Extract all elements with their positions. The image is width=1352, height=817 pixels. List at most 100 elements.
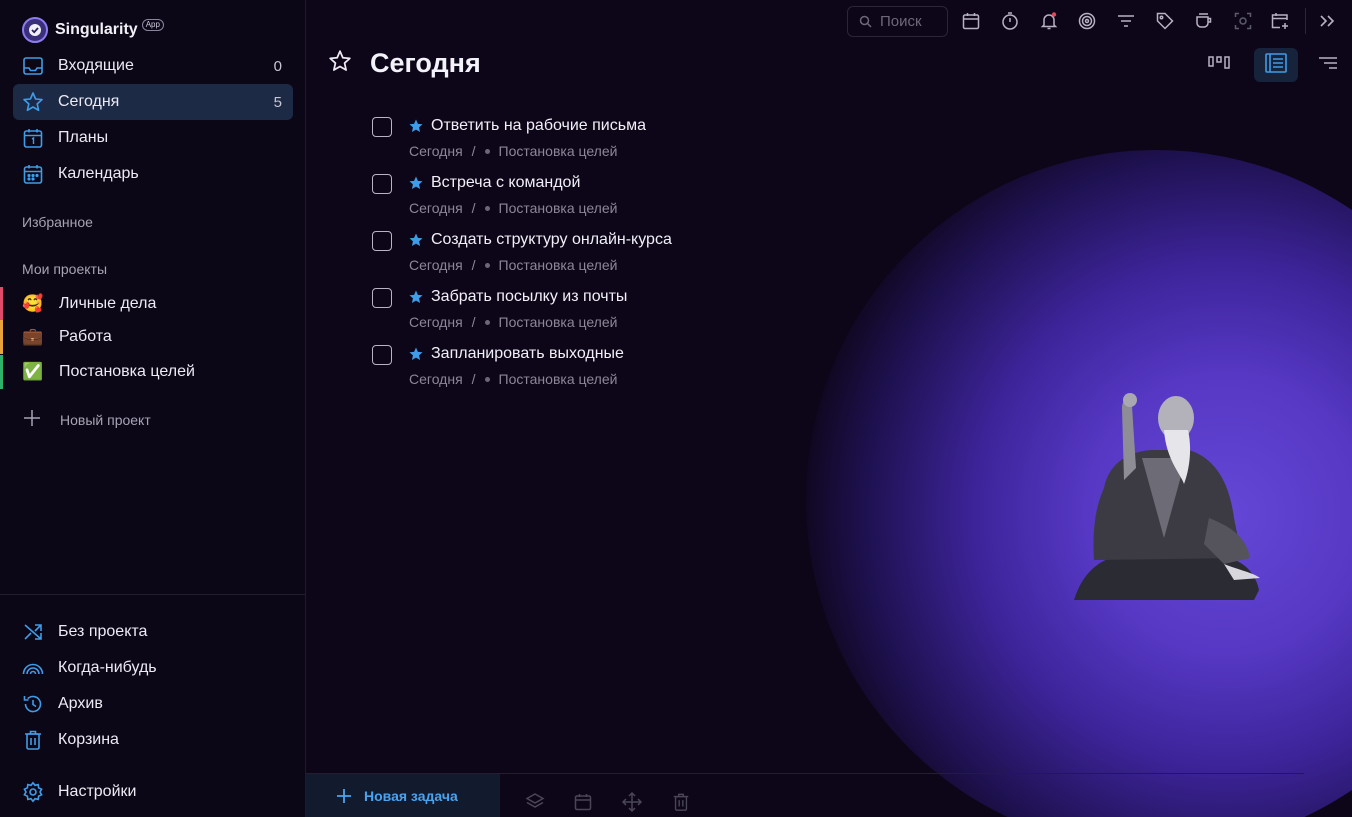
main-content: Поиск Сегодня Ответить на рабочие письма…	[306, 0, 1352, 817]
meta-separator: /	[471, 371, 476, 387]
task-project[interactable]: Постановка целей	[499, 257, 618, 273]
project-label: Работа	[59, 328, 112, 345]
nav-no-project[interactable]: Без проекта	[13, 614, 293, 650]
star-icon	[408, 175, 424, 196]
nav-inbox-count: 0	[273, 57, 282, 75]
app-badge: App	[141, 19, 164, 31]
project-work[interactable]: 💼 Работа	[0, 320, 305, 354]
sort-button[interactable]	[1306, 48, 1350, 82]
meta-separator: /	[471, 200, 476, 216]
add-calendar-icon[interactable]	[1269, 10, 1291, 32]
task-meta: Сегодня / Постановка целей	[409, 314, 617, 330]
task-project[interactable]: Постановка целей	[499, 314, 618, 330]
task-project[interactable]: Постановка целей	[499, 143, 618, 159]
brand[interactable]: Singularity App	[22, 16, 164, 44]
sidebar-divider	[0, 594, 305, 595]
project-color-bar	[0, 355, 3, 389]
project-goals[interactable]: ✅ Постановка целей	[0, 355, 305, 389]
nav-today-count: 5	[273, 93, 282, 111]
task-item: Встреча с командой Сегодня / Постановка …	[370, 172, 970, 222]
inbox-icon	[22, 55, 44, 77]
calendar-day-icon	[22, 127, 44, 149]
coffee-cup-icon[interactable]	[1193, 10, 1215, 32]
smiling-face-hearts-icon: 🥰	[22, 294, 44, 313]
star-icon	[408, 118, 424, 139]
nav-today-label: Сегодня	[58, 93, 120, 110]
task-meta: Сегодня / Постановка целей	[409, 200, 617, 216]
task-title[interactable]: Создать структуру онлайн-курса	[431, 231, 672, 249]
task-date[interactable]: Сегодня	[409, 200, 463, 216]
nav-today[interactable]: Сегодня 5	[13, 84, 293, 120]
task-project[interactable]: Постановка целей	[499, 371, 618, 387]
task-date[interactable]: Сегодня	[409, 257, 463, 273]
page-title: Сегодня	[370, 48, 481, 78]
project-color-bar	[0, 320, 3, 354]
trash-icon[interactable]	[670, 791, 692, 813]
list-view-button[interactable]	[1254, 48, 1298, 82]
project-label: Постановка целей	[59, 363, 195, 380]
task-date[interactable]: Сегодня	[409, 371, 463, 387]
task-checkbox[interactable]	[372, 174, 392, 194]
task-item: Ответить на рабочие письма Сегодня / Пос…	[370, 115, 970, 165]
task-title[interactable]: Ответить на рабочие письма	[431, 117, 646, 135]
meta-separator: /	[471, 143, 476, 159]
nav-inbox-label: Входящие	[58, 57, 134, 74]
task-item: Запланировать выходные Сегодня / Постано…	[370, 343, 970, 393]
nav-settings-label: Настройки	[58, 783, 137, 800]
briefcase-icon: 💼	[22, 327, 44, 346]
page-header: Сегодня	[328, 48, 481, 79]
task-meta: Сегодня / Постановка целей	[409, 371, 617, 387]
task-item: Забрать посылку из почты Сегодня / Поста…	[370, 286, 970, 336]
nav-inbox[interactable]: Входящие 0	[13, 48, 293, 84]
timer-icon[interactable]	[999, 10, 1021, 32]
sidebar: Singularity App Входящие 0 Сегодня 5 Пла…	[0, 0, 306, 817]
check-mark-button-icon: ✅	[22, 362, 44, 381]
project-dot	[484, 205, 490, 211]
move-icon[interactable]	[621, 791, 643, 813]
task-title[interactable]: Забрать посылку из почты	[431, 288, 627, 306]
calendar-icon[interactable]	[572, 791, 594, 813]
nav-archive-label: Архив	[58, 695, 103, 712]
task-project[interactable]: Постановка целей	[499, 200, 618, 216]
nav-archive[interactable]: Архив	[13, 686, 293, 722]
project-dot	[484, 148, 490, 154]
task-date[interactable]: Сегодня	[409, 143, 463, 159]
star-icon	[408, 232, 424, 253]
nav-settings[interactable]: Настройки	[13, 774, 293, 810]
nav-plans[interactable]: Планы	[13, 120, 293, 156]
task-checkbox[interactable]	[372, 231, 392, 251]
task-item: Создать структуру онлайн-курса Сегодня /…	[370, 229, 970, 279]
double-chevron-right-icon[interactable]	[1316, 10, 1338, 32]
nav-someday[interactable]: Когда-нибудь	[13, 650, 293, 686]
task-checkbox[interactable]	[372, 345, 392, 365]
focus-icon[interactable]	[1232, 10, 1254, 32]
bell-icon[interactable]	[1038, 10, 1060, 32]
calendar-icon[interactable]	[960, 10, 982, 32]
search-input[interactable]: Поиск	[847, 6, 948, 37]
section-favorites[interactable]: Избранное	[22, 214, 93, 230]
favorite-star-icon[interactable]	[328, 49, 352, 78]
tag-icon[interactable]	[1154, 10, 1176, 32]
plus-icon	[336, 788, 352, 804]
layers-icon[interactable]	[524, 791, 546, 813]
singularity-logo-icon	[22, 17, 48, 43]
meta-separator: /	[471, 257, 476, 273]
new-task-button[interactable]: Новая задача	[306, 774, 500, 817]
nav-trash[interactable]: Корзина	[13, 722, 293, 758]
task-title[interactable]: Встреча с командой	[431, 174, 580, 192]
task-title[interactable]: Запланировать выходные	[431, 345, 624, 363]
new-project-label: Новый проект	[60, 412, 151, 428]
new-project-button[interactable]: Новый проект	[22, 408, 151, 432]
habits-icon[interactable]	[1076, 10, 1098, 32]
search-placeholder: Поиск	[880, 13, 922, 30]
task-checkbox[interactable]	[372, 288, 392, 308]
nav-calendar[interactable]: Календарь	[13, 156, 293, 192]
kanban-view-button[interactable]	[1197, 48, 1241, 82]
nav-calendar-label: Календарь	[58, 165, 139, 182]
project-personal[interactable]: 🥰 Личные дела	[0, 287, 305, 321]
filter-icon[interactable]	[1115, 10, 1137, 32]
section-my-projects[interactable]: Мои проекты	[22, 261, 107, 277]
task-checkbox[interactable]	[372, 117, 392, 137]
trash-icon	[22, 729, 44, 751]
task-date[interactable]: Сегодня	[409, 314, 463, 330]
